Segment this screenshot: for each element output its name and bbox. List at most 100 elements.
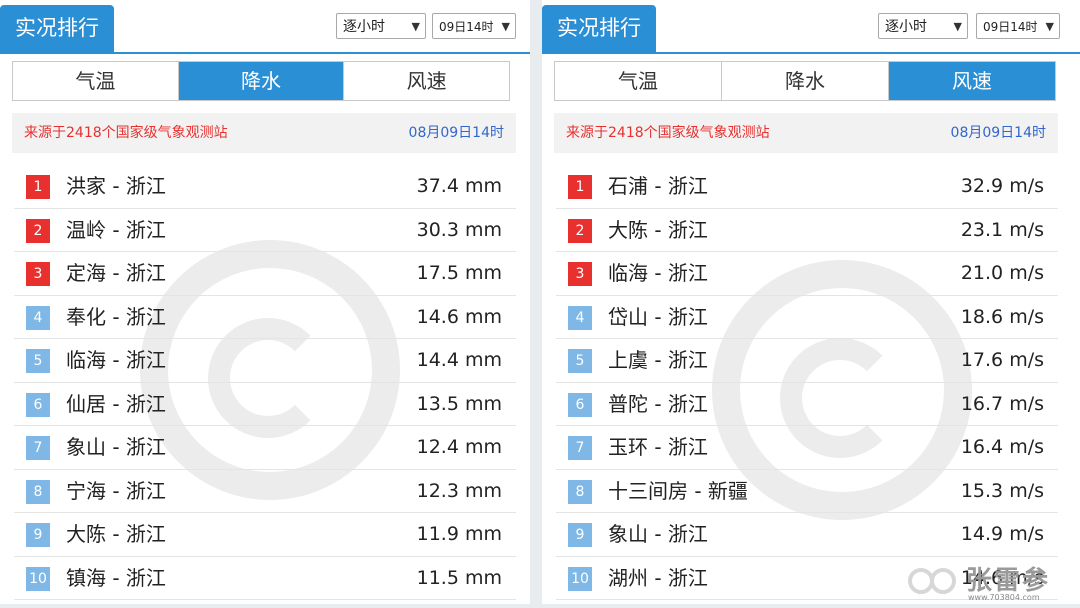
station-name: 定海 - 浙江 xyxy=(66,261,166,285)
rank-badge: 5 xyxy=(26,349,50,373)
list-item[interactable]: 9 大陈 - 浙江 11.9 mm xyxy=(14,513,516,557)
interval-select-value: 逐小时 xyxy=(885,19,927,35)
rank-badge: 9 xyxy=(568,523,592,547)
rank-badge: 7 xyxy=(26,436,50,460)
chevron-down-icon: ▼ xyxy=(411,20,420,33)
station-name: 大陈 - 浙江 xyxy=(66,522,166,546)
station-name: 宁海 - 浙江 xyxy=(66,478,166,503)
list-item[interactable]: 3 定海 - 浙江 17.5 mm xyxy=(14,252,516,296)
rank-badge: 3 xyxy=(26,262,50,286)
tab-precipitation[interactable]: 降水 xyxy=(722,62,889,100)
station-value: 37.4 mm xyxy=(416,175,502,197)
rank-badge: 10 xyxy=(568,566,592,591)
rank-badge: 6 xyxy=(568,392,592,417)
observation-time: 08月09日14时 xyxy=(408,125,504,141)
chevron-down-icon: ▼ xyxy=(501,20,510,33)
station-value: 11.5 mm xyxy=(416,566,502,589)
metric-tabs: 气温 降水 风速 xyxy=(554,61,1056,101)
station-name: 洪家 - 浙江 xyxy=(66,174,166,198)
rank-badge: 8 xyxy=(568,479,592,504)
tab-wind-speed[interactable]: 风速 xyxy=(889,62,1055,100)
wind-ranking-panel: 实况排行 逐小时 ▼ 09日14时 ▼ 气温 降水 风速 来源于2418个国家级… xyxy=(542,0,1080,604)
list-item[interactable]: 1 洪家 - 浙江 37.4 mm xyxy=(14,165,516,209)
list-item[interactable]: 3 临海 - 浙江 21.0 m/s xyxy=(556,252,1058,296)
interval-select[interactable]: 逐小时 ▼ xyxy=(336,13,426,39)
panel-header: 实况排行 逐小时 ▼ 09日14时 ▼ xyxy=(0,0,530,54)
list-item[interactable]: 6 普陀 - 浙江 16.7 m/s xyxy=(556,383,1058,426)
rank-badge: 1 xyxy=(568,175,592,199)
station-name: 象山 - 浙江 xyxy=(66,435,166,459)
interval-select-value: 逐小时 xyxy=(343,19,385,35)
chevron-down-icon: ▼ xyxy=(1045,20,1054,33)
rank-badge: 6 xyxy=(26,392,50,417)
station-value: 14.9 m/s xyxy=(960,523,1044,545)
list-item[interactable]: 4 岱山 - 浙江 18.6 m/s xyxy=(556,296,1058,339)
list-item[interactable]: 7 玉环 - 浙江 16.4 m/s xyxy=(556,426,1058,470)
station-name: 镇海 - 浙江 xyxy=(66,565,166,590)
time-select[interactable]: 09日14时 ▼ xyxy=(976,13,1060,39)
station-value: 17.5 mm xyxy=(416,262,502,284)
station-value: 21.0 m/s xyxy=(960,262,1044,284)
station-name: 临海 - 浙江 xyxy=(608,261,708,285)
station-name: 温岭 - 浙江 xyxy=(66,217,166,242)
rank-badge: 1 xyxy=(26,175,50,199)
tab-precipitation[interactable]: 降水 xyxy=(178,62,345,100)
station-name: 岱山 - 浙江 xyxy=(608,304,708,329)
time-select-value: 09日14时 xyxy=(983,20,1038,34)
station-name: 石浦 - 浙江 xyxy=(608,174,708,198)
ranking-list: 1 石浦 - 浙江 32.9 m/s 2 大陈 - 浙江 23.1 m/s 3 临海 - … xyxy=(556,165,1058,600)
chevron-down-icon: ▼ xyxy=(953,20,962,33)
rank-badge: 10 xyxy=(26,566,50,591)
list-item[interactable]: 9 象山 - 浙江 14.9 m/s xyxy=(556,513,1058,557)
list-item[interactable]: 8 十三间房 - 新疆 15.3 m/s xyxy=(556,470,1058,513)
list-item[interactable]: 5 上虞 - 浙江 17.6 m/s xyxy=(556,339,1058,383)
list-item[interactable]: 4 奉化 - 浙江 14.6 mm xyxy=(14,296,516,339)
list-item[interactable]: 2 温岭 - 浙江 30.3 mm xyxy=(14,209,516,252)
rank-badge: 4 xyxy=(26,305,50,330)
station-value: 16.7 m/s xyxy=(960,392,1044,415)
rank-badge: 2 xyxy=(26,218,50,243)
interval-select[interactable]: 逐小时 ▼ xyxy=(878,13,968,39)
tab-temperature[interactable]: 气温 xyxy=(13,62,179,100)
brand-watermark: 张雷参 www.703804.com xyxy=(908,560,1080,608)
list-item[interactable]: 6 仙居 - 浙江 13.5 mm xyxy=(14,383,516,426)
precipitation-ranking-panel: 实况排行 逐小时 ▼ 09日14时 ▼ 气温 降水 风速 来源于2418个国家级… xyxy=(0,0,530,604)
data-source-text: 来源于2418个国家级气象观测站 xyxy=(24,125,228,141)
station-value: 18.6 m/s xyxy=(960,305,1044,328)
station-name: 普陀 - 浙江 xyxy=(608,391,708,416)
list-item[interactable]: 7 象山 - 浙江 12.4 mm xyxy=(14,426,516,470)
station-value: 11.9 mm xyxy=(416,523,502,545)
panel-title: 实况排行 xyxy=(0,5,114,52)
rank-badge: 4 xyxy=(568,305,592,330)
rank-badge: 5 xyxy=(568,349,592,373)
station-value: 32.9 m/s xyxy=(960,175,1044,197)
rank-badge: 2 xyxy=(568,218,592,243)
station-name: 十三间房 - 新疆 xyxy=(608,478,748,503)
station-name: 大陈 - 浙江 xyxy=(608,217,708,242)
brand-watermark-url: www.703804.com xyxy=(968,593,1040,602)
tab-wind-speed[interactable]: 风速 xyxy=(344,62,510,100)
time-select-value: 09日14时 xyxy=(439,20,494,34)
rank-badge: 7 xyxy=(568,436,592,460)
station-value: 15.3 m/s xyxy=(960,479,1044,502)
rank-badge: 8 xyxy=(26,479,50,504)
observation-time: 08月09日14时 xyxy=(950,125,1046,141)
station-name: 玉环 - 浙江 xyxy=(608,435,708,459)
list-item[interactable]: 8 宁海 - 浙江 12.3 mm xyxy=(14,470,516,513)
list-item[interactable]: 1 石浦 - 浙江 32.9 m/s xyxy=(556,165,1058,209)
station-value: 17.6 m/s xyxy=(960,349,1044,371)
rank-badge: 3 xyxy=(568,262,592,286)
station-value: 12.3 mm xyxy=(416,479,502,502)
list-item[interactable]: 5 临海 - 浙江 14.4 mm xyxy=(14,339,516,383)
data-source-bar: 来源于2418个国家级气象观测站 08月09日14时 xyxy=(12,113,516,153)
time-select[interactable]: 09日14时 ▼ xyxy=(432,13,516,39)
list-item[interactable]: 2 大陈 - 浙江 23.1 m/s xyxy=(556,209,1058,252)
station-value: 14.6 mm xyxy=(416,305,502,328)
list-item[interactable]: 10 镇海 - 浙江 11.5 mm xyxy=(14,557,516,600)
brand-logo-icon xyxy=(908,564,964,600)
data-source-bar: 来源于2418个国家级气象观测站 08月09日14时 xyxy=(554,113,1058,153)
station-name: 湖州 - 浙江 xyxy=(608,565,708,590)
station-value: 16.4 m/s xyxy=(960,436,1044,458)
tab-temperature[interactable]: 气温 xyxy=(555,62,722,100)
station-name: 临海 - 浙江 xyxy=(66,348,166,372)
